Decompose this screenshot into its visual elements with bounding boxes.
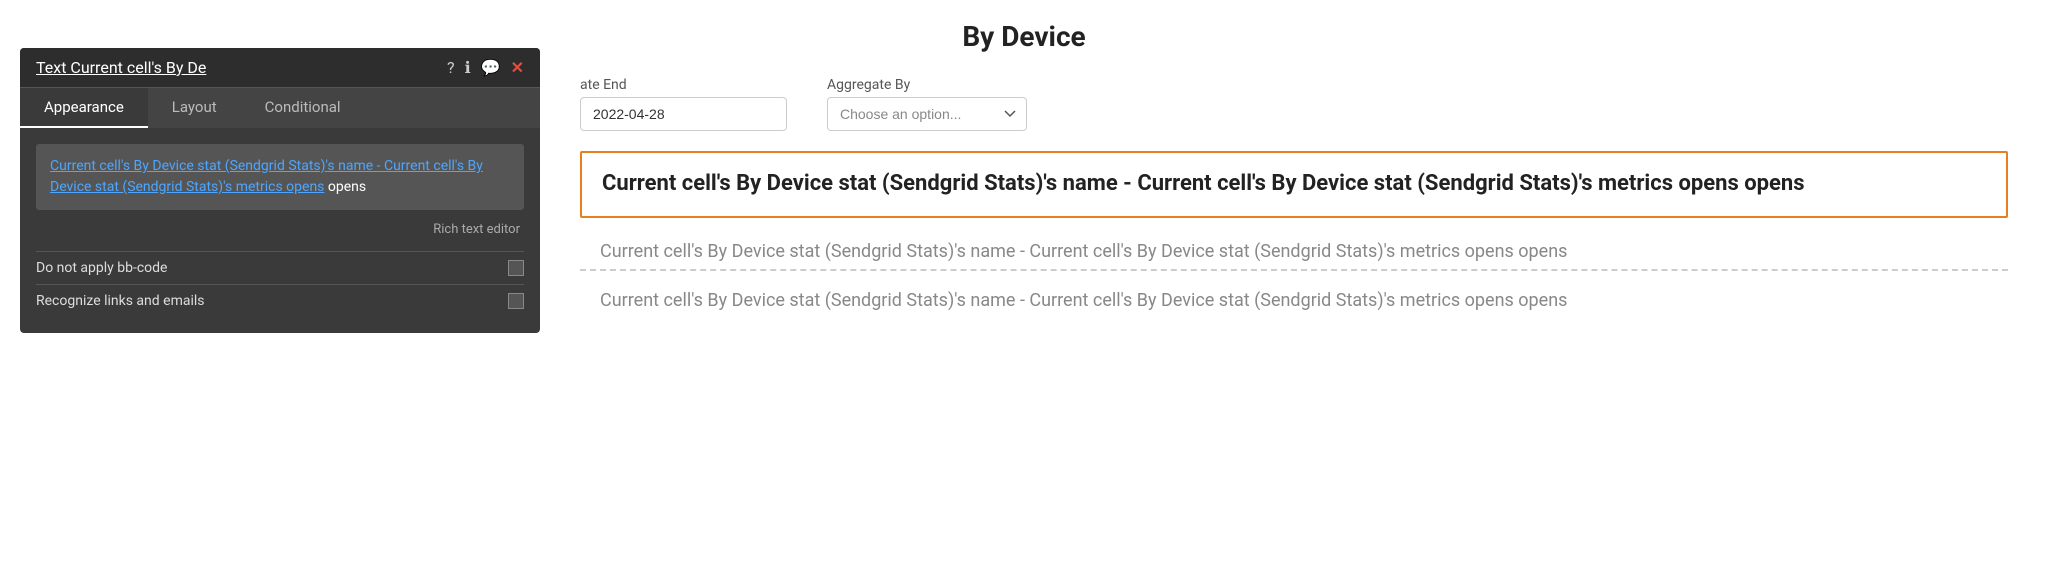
panel-header: Text Current cell's By De ? ℹ 💬 ✕ <box>20 48 540 88</box>
date-end-label: ate End <box>580 77 787 93</box>
option-row-bbcode: Do not apply bb-code <box>36 251 524 284</box>
panel-title: Text Current cell's By De <box>36 58 206 77</box>
tab-appearance[interactable]: Appearance <box>20 88 148 128</box>
aggregate-by-group: Aggregate By Choose an option... <box>827 77 1027 131</box>
normal-cell-text: Current cell's By Device stat (Sendgrid … <box>600 241 1567 262</box>
info-icon[interactable]: ℹ <box>465 58 471 77</box>
preview-link-text: Current cell's By Device stat (Sendgrid … <box>50 158 483 195</box>
panel-tabs: Appearance Layout Conditional <box>20 88 540 128</box>
option-links-checkbox[interactable] <box>508 293 524 309</box>
aggregate-by-label: Aggregate By <box>827 77 1027 93</box>
tab-conditional[interactable]: Conditional <box>241 88 365 128</box>
dashed-cell-text: Current cell's By Device stat (Sendgrid … <box>600 290 1567 311</box>
dashed-cell[interactable]: Current cell's By Device stat (Sendgrid … <box>580 269 2008 330</box>
panel-icons: ? ℹ 💬 ✕ <box>447 58 524 77</box>
panel: Text Current cell's By De ? ℹ 💬 ✕ Appear… <box>20 48 540 333</box>
date-end-group: ate End <box>580 77 787 131</box>
option-links-label: Recognize links and emails <box>36 293 205 309</box>
preview-plain-text: opens <box>324 179 366 195</box>
tab-layout[interactable]: Layout <box>148 88 241 128</box>
text-preview: Current cell's By Device stat (Sendgrid … <box>36 144 524 210</box>
panel-body: Current cell's By Device stat (Sendgrid … <box>20 128 540 333</box>
option-bbcode-checkbox[interactable] <box>508 260 524 276</box>
question-icon[interactable]: ? <box>447 58 455 77</box>
comment-icon[interactable]: 💬 <box>481 58 501 77</box>
date-end-input[interactable] <box>580 97 787 131</box>
option-bbcode-label: Do not apply bb-code <box>36 260 167 276</box>
selected-cell[interactable]: Current cell's By Device stat (Sendgrid … <box>580 151 2008 218</box>
rich-text-label: Rich text editor <box>36 222 524 237</box>
normal-cell[interactable]: Current cell's By Device stat (Sendgrid … <box>580 222 2008 269</box>
close-icon[interactable]: ✕ <box>511 58 524 77</box>
option-row-links: Recognize links and emails <box>36 284 524 317</box>
selected-cell-text: Current cell's By Device stat (Sendgrid … <box>602 171 1805 196</box>
aggregate-by-select[interactable]: Choose an option... <box>827 97 1027 131</box>
